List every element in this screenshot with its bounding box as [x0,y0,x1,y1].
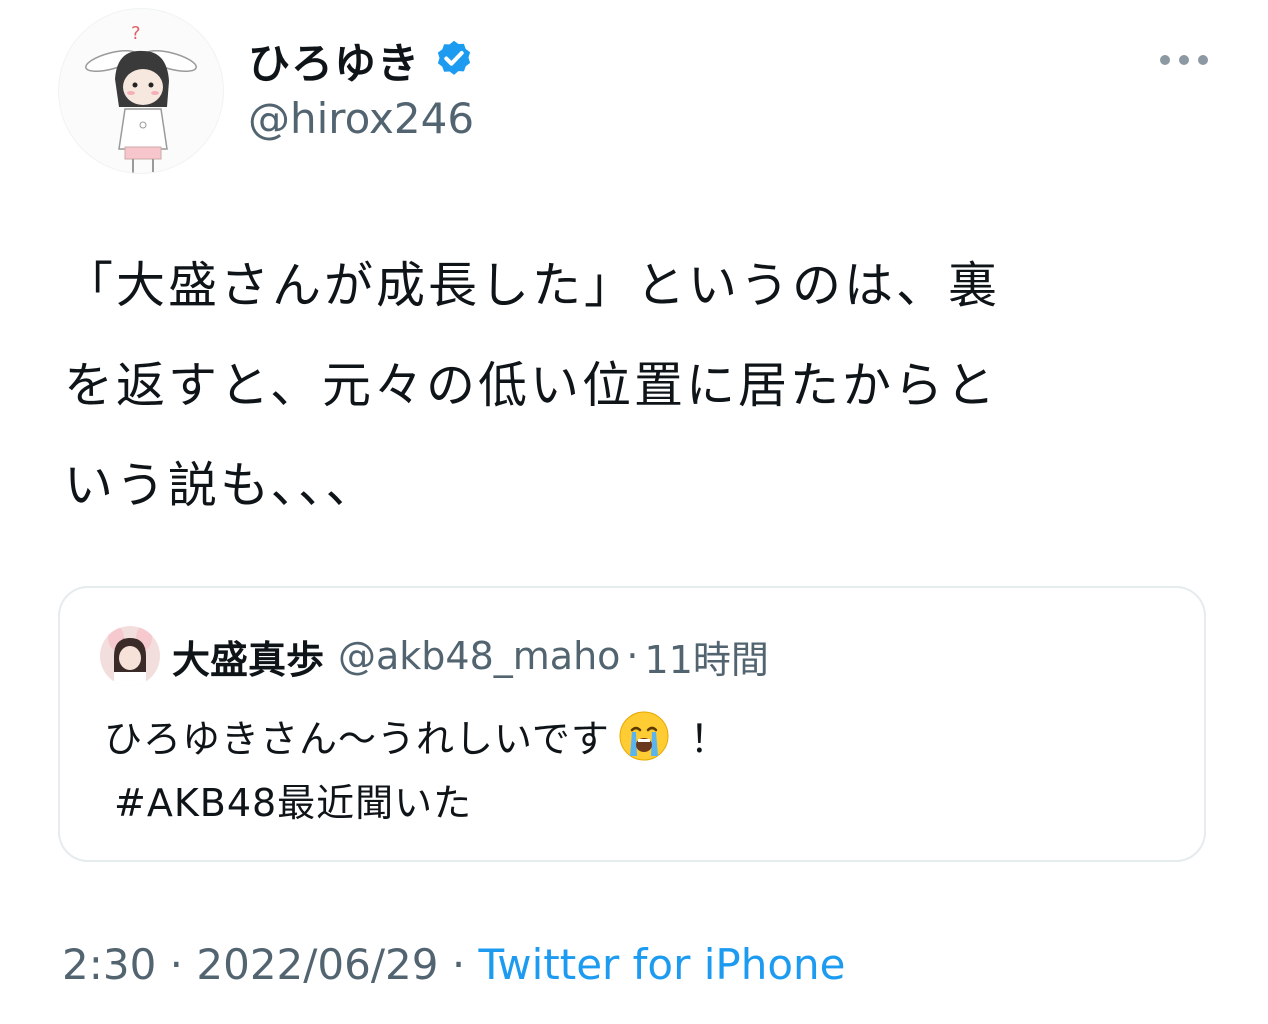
quoted-avatar-photo-icon [100,626,160,686]
quoted-tweet-text: ひろゆきさん〜うれしいです ！ [104,708,729,763]
quoted-text-exclamation: ！ [689,717,729,761]
author-handle[interactable]: @hirox246 [248,94,474,143]
bunny-character-avatar-icon: ? [85,23,197,173]
tweet-time[interactable]: 2:30 [62,940,156,989]
quoted-author-avatar [100,626,160,686]
more-options-icon[interactable] [1160,48,1208,72]
verified-badge-icon [437,40,471,75]
more-dot [1198,55,1208,65]
svg-text:?: ? [131,23,141,44]
meta-separator: · [156,940,197,989]
loudly-crying-face-icon [619,711,669,760]
more-dot [1179,55,1189,65]
quoted-tweet-time: 11時間 [644,637,769,682]
tweet-meta: 2:30 · 2022/06/29 · Twitter for iPhone [62,940,846,989]
tweet-source-link[interactable]: Twitter for iPhone [479,940,846,989]
quoted-separator: · [626,634,639,678]
quoted-hashtag-line: #AKB48最近聞いた [114,781,473,825]
more-dot [1160,55,1170,65]
tweet-date[interactable]: 2022/06/29 [196,940,438,989]
quoted-tweet-header: 大盛真歩 @akb48_maho · 11時間 [100,626,769,686]
quoted-author-handle: @akb48_maho [338,634,621,678]
tweet-text: 「大盛さんが成長した」というのは、裏 を返すと、元々の低い位置に居たからと いう… [64,257,1001,514]
quoted-tweet-card[interactable]: 大盛真歩 @akb48_maho · 11時間 ひろゆきさん〜うれしいです ！ … [58,586,1206,862]
quoted-author-name: 大盛真歩 [172,637,325,682]
author-avatar[interactable]: ? [58,8,224,174]
author-display-name-text: ひろゆき [248,38,421,88]
meta-separator: · [438,940,479,989]
author-display-name[interactable]: ひろゆき [248,30,476,90]
quoted-text-main: ひろゆきさん〜うれしいです [104,717,610,761]
